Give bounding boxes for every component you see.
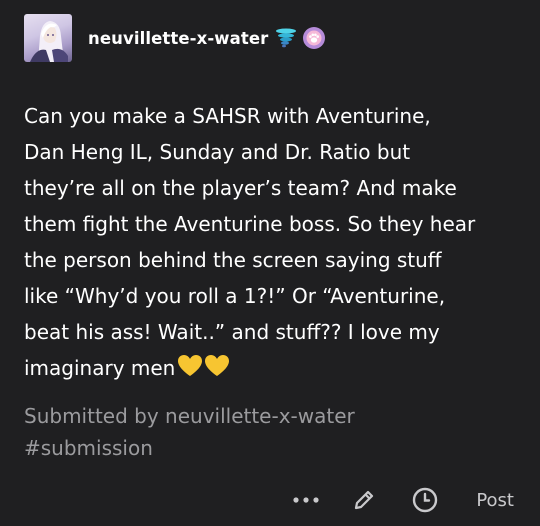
post-body: Can you make a SAHSR with Aventurine, Da… xyxy=(24,98,524,389)
more-options-icon xyxy=(293,497,319,503)
yellow-heart-icon xyxy=(177,353,231,389)
avatar[interactable] xyxy=(24,14,72,62)
edit-button[interactable] xyxy=(350,488,378,512)
post-body-line: the person behind the screen saying stuf… xyxy=(24,248,442,272)
post-header: neuvillette-x-water xyxy=(24,13,326,63)
post-body-line: like “Why’d you roll a 1?!” Or “Aventuri… xyxy=(24,284,446,308)
post-button[interactable]: Post xyxy=(476,490,514,511)
more-options-button[interactable] xyxy=(292,496,320,504)
submitted-by[interactable]: Submitted by neuvillette-x-water xyxy=(24,400,355,432)
post-author-name[interactable]: neuvillette-x-water xyxy=(88,29,268,48)
schedule-button[interactable] xyxy=(410,486,440,514)
pencil-edit-icon xyxy=(355,490,374,510)
clock-schedule-icon xyxy=(413,487,438,513)
post-body-line: them fight the Aventurine boss. So they … xyxy=(24,212,476,236)
post-body-line: Dan Heng IL, Sunday and Dr. Ratio but xyxy=(24,140,411,164)
post-body-line: imaginary men xyxy=(24,356,176,380)
post-actions: Post xyxy=(292,480,514,520)
post-meta: Submitted by neuvillette-x-water #submis… xyxy=(24,400,355,464)
post-body-line: Can you make a SAHSR with Aventurine, xyxy=(24,104,431,128)
paw-badge-icon[interactable] xyxy=(303,27,326,49)
avatar-image xyxy=(30,21,68,62)
water-tornado-badge-icon[interactable] xyxy=(275,28,297,48)
post-body-last-line: imaginary men xyxy=(24,350,524,389)
post-body-line: they’re all on the player’s team? And ma… xyxy=(24,176,457,200)
post-body-line: beat his ass! Wait..” and stuff?? I love… xyxy=(24,320,440,344)
tag-submission[interactable]: #submission xyxy=(24,432,355,464)
